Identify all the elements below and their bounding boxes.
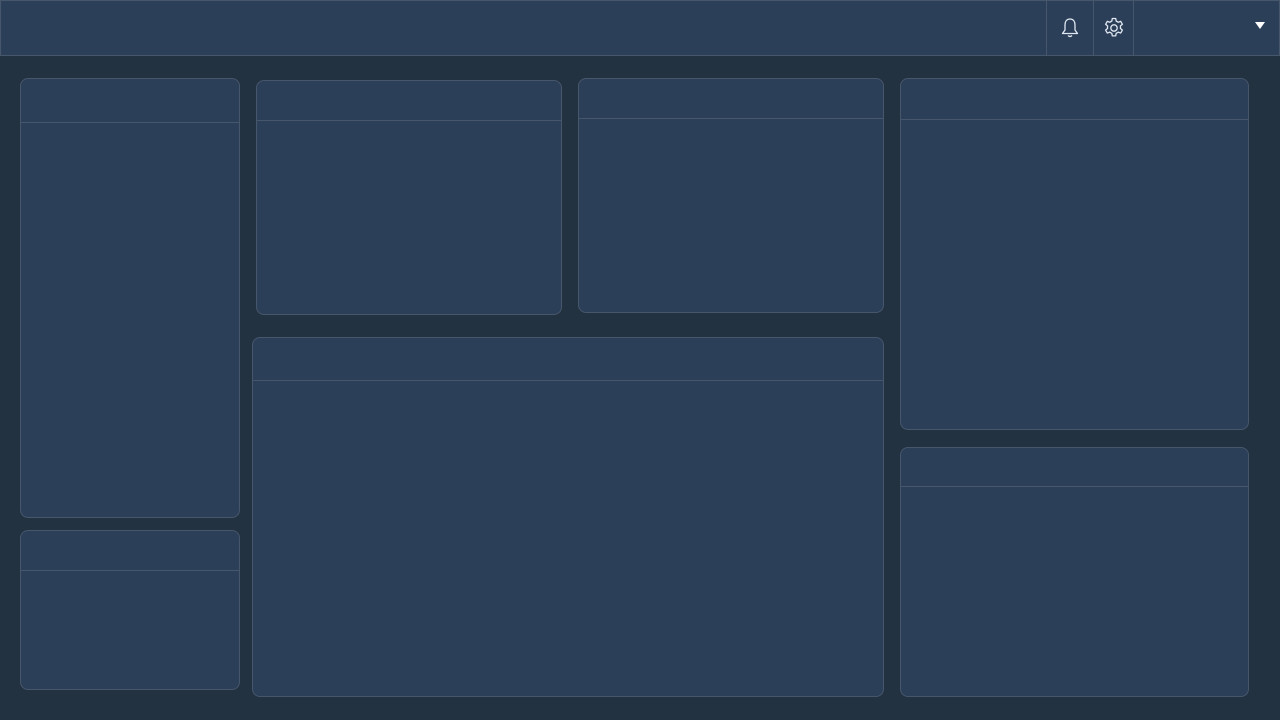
- panel-body: [901, 120, 1248, 429]
- panel-left-bottom: [20, 530, 240, 690]
- panel-body: [21, 123, 239, 517]
- panel-center-wide: [252, 337, 884, 697]
- settings-button[interactable]: [1094, 1, 1133, 55]
- panel-header: [579, 79, 883, 119]
- top-bar: [0, 0, 1280, 56]
- panel-header: [21, 531, 239, 571]
- panel-left-top: [20, 78, 240, 518]
- panel-header: [21, 79, 239, 123]
- panel-header: [253, 338, 883, 381]
- panel-header: [257, 81, 561, 121]
- panel-body: [253, 381, 883, 696]
- notifications-button[interactable]: [1047, 1, 1093, 55]
- bell-icon: [1061, 18, 1079, 38]
- user-menu-dropdown[interactable]: [1134, 1, 1279, 55]
- panel-center-right: [578, 78, 884, 313]
- gear-icon: [1104, 17, 1123, 37]
- caret-down-icon: [1255, 22, 1265, 29]
- panel-center-left: [256, 80, 562, 315]
- panel-header: [901, 448, 1248, 487]
- panel-body: [21, 571, 239, 689]
- panel-right-top: [900, 78, 1249, 430]
- panel-body: [579, 119, 883, 312]
- panel-body: [901, 487, 1248, 696]
- panel-header: [901, 79, 1248, 120]
- panel-right-bottom: [900, 447, 1249, 697]
- panel-body: [257, 121, 561, 314]
